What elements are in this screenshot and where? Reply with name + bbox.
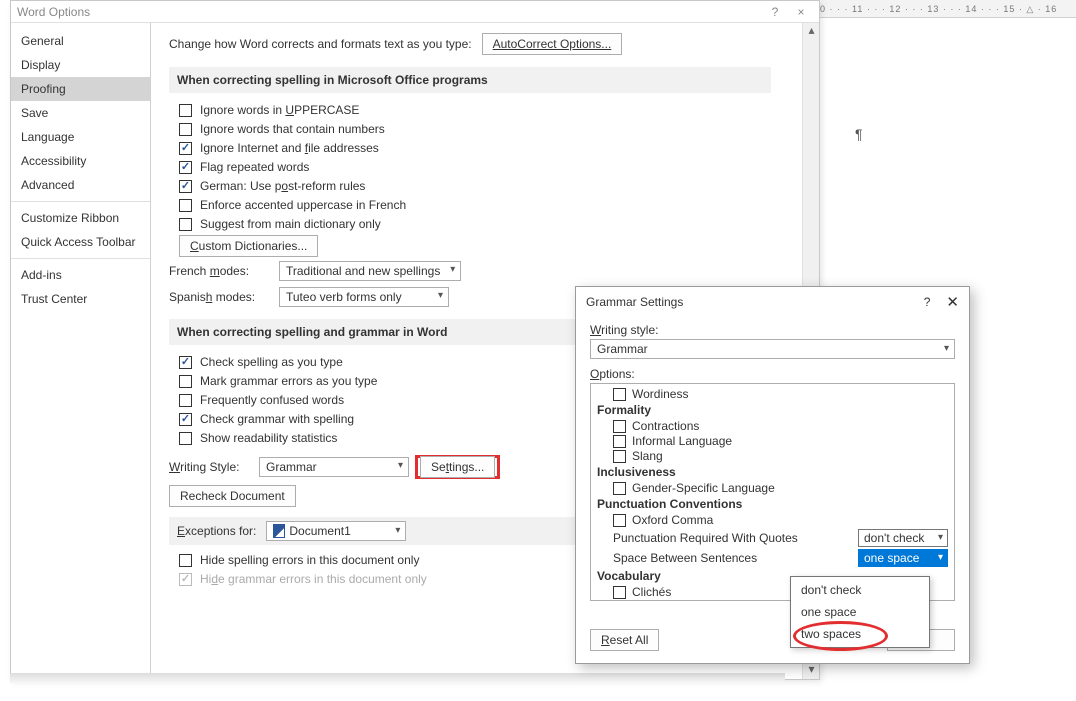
chk-numbers-label: Ignore words that contain numbers [200,122,385,136]
chk-internet-label: Ignore Internet and file addresses [200,141,379,155]
chk-main-dict[interactable] [179,218,192,231]
nav-general[interactable]: General [11,29,150,53]
french-modes-combo[interactable]: Traditional and new spellings [279,261,461,281]
head-punctuation: Punctuation Conventions [597,497,948,511]
writing-style-label2: Writing style: [590,323,955,337]
lbl-punct-quotes: Punctuation Required With Quotes [613,531,798,545]
lbl-contractions: Contractions [632,419,699,433]
chk-repeated[interactable] [179,161,192,174]
head-formality: Formality [597,403,948,417]
chk-cliches[interactable] [613,586,626,599]
chk-contractions[interactable] [613,420,626,433]
space-dropdown[interactable]: don't check one space two spaces [790,576,930,648]
chk-grammar-spelling[interactable] [179,413,192,426]
lbl-wordiness: Wordiness [632,387,688,401]
nav-quick-access[interactable]: Quick Access Toolbar [11,230,150,254]
section-office-spelling: When correcting spelling in Microsoft Of… [169,67,771,93]
french-modes-label: French modes: [169,264,279,278]
writing-style-label: Writing Style: [169,460,259,474]
chk-hide-spelling[interactable] [179,554,192,567]
lbl-informal: Informal Language [632,434,732,448]
options-label: Options: [590,367,955,381]
custom-dictionaries-button[interactable]: Custom Dictionaries... [179,235,318,257]
chk-uppercase[interactable] [179,104,192,117]
close-button[interactable]: × [789,1,813,22]
dd-two-spaces[interactable]: two spaces [791,623,929,645]
nav-display[interactable]: Display [11,53,150,77]
grammar-close-button[interactable]: ✕ [946,293,959,311]
chk-grammar-type-label: Mark grammar errors as you type [200,374,377,388]
chk-german-label: German: Use post-reform rules [200,179,365,193]
spanish-modes-label: Spanish modes: [169,290,279,304]
lbl-space-sentences: Space Between Sentences [613,551,757,565]
dd-one-space[interactable]: one space [791,601,929,623]
chk-french-accent-label: Enforce accented uppercase in French [200,198,406,212]
autocorrect-options-button[interactable]: AutoCorrect Options... [482,33,623,55]
writing-style-combo2[interactable]: Grammar [590,339,955,359]
chk-informal[interactable] [613,435,626,448]
chk-confused[interactable] [179,394,192,407]
intro-text: Change how Word corrects and formats tex… [169,37,472,51]
dd-dont-check[interactable]: don't check [791,579,929,601]
chk-oxford[interactable] [613,514,626,527]
chk-gender[interactable] [613,482,626,495]
chk-hide-spelling-label: Hide spelling errors in this document on… [200,553,419,567]
chk-slang[interactable] [613,450,626,463]
chk-spell-type-label: Check spelling as you type [200,355,343,369]
head-inclusiveness: Inclusiveness [597,465,948,479]
chk-numbers[interactable] [179,123,192,136]
chk-readability[interactable] [179,432,192,445]
lbl-cliches: Clichés [632,585,671,599]
combo-punct-quotes[interactable]: don't check [858,529,948,547]
combo-space-sentences[interactable]: one space [858,549,948,567]
exceptions-doc-combo[interactable]: Document1 [266,521,406,541]
chk-spell-type[interactable] [179,356,192,369]
chk-readability-label: Show readability statistics [200,431,337,445]
nav-accessibility[interactable]: Accessibility [11,149,150,173]
options-nav: General Display Proofing Save Language A… [11,23,151,679]
settings-highlight: Settings... [415,455,500,479]
help-button[interactable]: ? [763,1,787,22]
lbl-oxford: Oxford Comma [632,513,713,527]
chk-repeated-label: Flag repeated words [200,160,309,174]
chk-german[interactable] [179,180,192,193]
chk-confused-label: Frequently confused words [200,393,344,407]
dialog-title: Word Options [17,1,90,22]
chk-french-accent[interactable] [179,199,192,212]
grammar-help-button[interactable]: ? [924,295,931,309]
nav-customize-ribbon[interactable]: Customize Ribbon [11,206,150,230]
nav-addins[interactable]: Add-ins [11,263,150,287]
chk-hide-grammar [179,573,192,586]
writing-style-combo[interactable]: Grammar [259,457,409,477]
reset-all-button[interactable]: Reset All [590,629,659,651]
nav-advanced[interactable]: Advanced [11,173,150,197]
scroll-down-icon[interactable]: ▾ [803,662,819,679]
chk-grammar-type[interactable] [179,375,192,388]
dialog-shadow [10,673,785,683]
chk-wordiness[interactable] [613,388,626,401]
chk-main-dict-label: Suggest from main dictionary only [200,217,381,231]
scroll-up-icon[interactable]: ▴ [803,23,819,40]
lbl-gender: Gender-Specific Language [632,481,775,495]
nav-proofing[interactable]: Proofing [11,77,150,101]
grammar-settings-button[interactable]: Settings... [420,456,495,478]
grammar-dialog-title: Grammar Settings [586,295,683,309]
nav-save[interactable]: Save [11,101,150,125]
pilcrow-mark: ¶ [855,126,863,142]
nav-trust-center[interactable]: Trust Center [11,287,150,311]
chk-grammar-spelling-label: Check grammar with spelling [200,412,354,426]
nav-language[interactable]: Language [11,125,150,149]
ruler: 10 · · · 11 · · · 12 · · · 13 · · · 14 ·… [810,0,1076,18]
spanish-modes-combo[interactable]: Tuteo verb forms only [279,287,449,307]
chk-hide-grammar-label: Hide grammar errors in this document onl… [200,572,427,586]
grammar-options-list[interactable]: Wordiness Formality Contractions Informa… [590,383,955,601]
lbl-slang: Slang [632,449,663,463]
recheck-document-button[interactable]: Recheck Document [169,485,296,507]
chk-uppercase-label: Ignore words in UPPERCASE [200,103,359,117]
document-icon [273,524,285,538]
dialog-titlebar: Word Options ? × [11,1,819,23]
chk-internet[interactable] [179,142,192,155]
